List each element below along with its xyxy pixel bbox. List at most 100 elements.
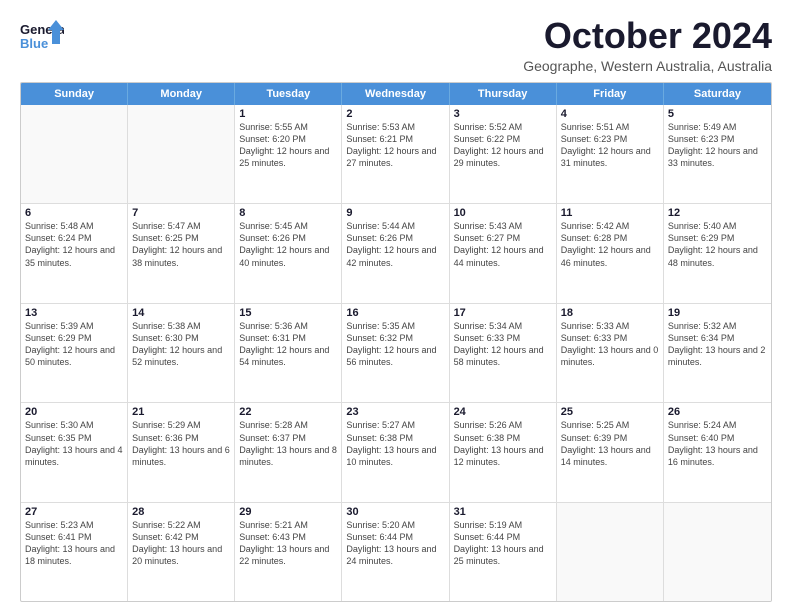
day-number: 5 [668,108,767,120]
day-header-wednesday: Wednesday [342,83,449,105]
day-info: Sunrise: 5:39 AM Sunset: 6:29 PM Dayligh… [25,320,123,369]
day-info: Sunrise: 5:22 AM Sunset: 6:42 PM Dayligh… [132,519,230,568]
day-cell-13: 13Sunrise: 5:39 AM Sunset: 6:29 PM Dayli… [21,304,128,403]
day-number: 24 [454,406,552,418]
day-cell-5: 5Sunrise: 5:49 AM Sunset: 6:23 PM Daylig… [664,105,771,204]
logo: General Blue [20,16,64,56]
day-cell-26: 26Sunrise: 5:24 AM Sunset: 6:40 PM Dayli… [664,403,771,502]
day-cell-7: 7Sunrise: 5:47 AM Sunset: 6:25 PM Daylig… [128,204,235,303]
day-cell-28: 28Sunrise: 5:22 AM Sunset: 6:42 PM Dayli… [128,503,235,602]
day-number: 17 [454,307,552,319]
day-number: 26 [668,406,767,418]
day-header-tuesday: Tuesday [235,83,342,105]
day-cell-12: 12Sunrise: 5:40 AM Sunset: 6:29 PM Dayli… [664,204,771,303]
day-cell-11: 11Sunrise: 5:42 AM Sunset: 6:28 PM Dayli… [557,204,664,303]
day-number: 12 [668,207,767,219]
day-number: 20 [25,406,123,418]
day-info: Sunrise: 5:42 AM Sunset: 6:28 PM Dayligh… [561,220,659,269]
empty-cell [128,105,235,204]
day-info: Sunrise: 5:24 AM Sunset: 6:40 PM Dayligh… [668,419,767,468]
day-info: Sunrise: 5:49 AM Sunset: 6:23 PM Dayligh… [668,121,767,170]
day-info: Sunrise: 5:32 AM Sunset: 6:34 PM Dayligh… [668,320,767,369]
day-cell-23: 23Sunrise: 5:27 AM Sunset: 6:38 PM Dayli… [342,403,449,502]
day-info: Sunrise: 5:20 AM Sunset: 6:44 PM Dayligh… [346,519,444,568]
day-cell-15: 15Sunrise: 5:36 AM Sunset: 6:31 PM Dayli… [235,304,342,403]
calendar: SundayMondayTuesdayWednesdayThursdayFrid… [20,82,772,602]
day-info: Sunrise: 5:29 AM Sunset: 6:36 PM Dayligh… [132,419,230,468]
calendar-header: SundayMondayTuesdayWednesdayThursdayFrid… [21,83,771,105]
day-cell-6: 6Sunrise: 5:48 AM Sunset: 6:24 PM Daylig… [21,204,128,303]
day-cell-1: 1Sunrise: 5:55 AM Sunset: 6:20 PM Daylig… [235,105,342,204]
day-number: 15 [239,307,337,319]
empty-cell [664,503,771,602]
day-number: 4 [561,108,659,120]
subtitle: Geographe, Western Australia, Australia [523,58,772,74]
day-info: Sunrise: 5:53 AM Sunset: 6:21 PM Dayligh… [346,121,444,170]
day-info: Sunrise: 5:47 AM Sunset: 6:25 PM Dayligh… [132,220,230,269]
day-number: 3 [454,108,552,120]
day-cell-20: 20Sunrise: 5:30 AM Sunset: 6:35 PM Dayli… [21,403,128,502]
day-cell-19: 19Sunrise: 5:32 AM Sunset: 6:34 PM Dayli… [664,304,771,403]
day-info: Sunrise: 5:27 AM Sunset: 6:38 PM Dayligh… [346,419,444,468]
week-row-5: 27Sunrise: 5:23 AM Sunset: 6:41 PM Dayli… [21,503,771,602]
day-cell-29: 29Sunrise: 5:21 AM Sunset: 6:43 PM Dayli… [235,503,342,602]
day-number: 29 [239,506,337,518]
day-info: Sunrise: 5:30 AM Sunset: 6:35 PM Dayligh… [25,419,123,468]
day-number: 22 [239,406,337,418]
day-number: 23 [346,406,444,418]
day-info: Sunrise: 5:33 AM Sunset: 6:33 PM Dayligh… [561,320,659,369]
day-number: 10 [454,207,552,219]
day-cell-8: 8Sunrise: 5:45 AM Sunset: 6:26 PM Daylig… [235,204,342,303]
day-cell-3: 3Sunrise: 5:52 AM Sunset: 6:22 PM Daylig… [450,105,557,204]
day-number: 13 [25,307,123,319]
day-cell-14: 14Sunrise: 5:38 AM Sunset: 6:30 PM Dayli… [128,304,235,403]
day-info: Sunrise: 5:38 AM Sunset: 6:30 PM Dayligh… [132,320,230,369]
day-cell-10: 10Sunrise: 5:43 AM Sunset: 6:27 PM Dayli… [450,204,557,303]
day-number: 31 [454,506,552,518]
day-number: 11 [561,207,659,219]
day-info: Sunrise: 5:23 AM Sunset: 6:41 PM Dayligh… [25,519,123,568]
day-number: 19 [668,307,767,319]
day-info: Sunrise: 5:52 AM Sunset: 6:22 PM Dayligh… [454,121,552,170]
day-cell-2: 2Sunrise: 5:53 AM Sunset: 6:21 PM Daylig… [342,105,449,204]
day-cell-31: 31Sunrise: 5:19 AM Sunset: 6:44 PM Dayli… [450,503,557,602]
day-cell-22: 22Sunrise: 5:28 AM Sunset: 6:37 PM Dayli… [235,403,342,502]
day-info: Sunrise: 5:40 AM Sunset: 6:29 PM Dayligh… [668,220,767,269]
day-info: Sunrise: 5:21 AM Sunset: 6:43 PM Dayligh… [239,519,337,568]
day-info: Sunrise: 5:36 AM Sunset: 6:31 PM Dayligh… [239,320,337,369]
day-cell-18: 18Sunrise: 5:33 AM Sunset: 6:33 PM Dayli… [557,304,664,403]
day-header-saturday: Saturday [664,83,771,105]
day-info: Sunrise: 5:43 AM Sunset: 6:27 PM Dayligh… [454,220,552,269]
day-number: 2 [346,108,444,120]
day-info: Sunrise: 5:25 AM Sunset: 6:39 PM Dayligh… [561,419,659,468]
week-row-1: 1Sunrise: 5:55 AM Sunset: 6:20 PM Daylig… [21,105,771,205]
logo-icon: General Blue [20,16,64,56]
day-number: 7 [132,207,230,219]
page: General Blue October 2024 Geographe, Wes… [0,0,792,612]
day-number: 21 [132,406,230,418]
empty-cell [21,105,128,204]
day-number: 6 [25,207,123,219]
day-number: 28 [132,506,230,518]
day-number: 18 [561,307,659,319]
day-info: Sunrise: 5:19 AM Sunset: 6:44 PM Dayligh… [454,519,552,568]
day-info: Sunrise: 5:34 AM Sunset: 6:33 PM Dayligh… [454,320,552,369]
title-section: October 2024 Geographe, Western Australi… [523,16,772,74]
day-cell-17: 17Sunrise: 5:34 AM Sunset: 6:33 PM Dayli… [450,304,557,403]
day-cell-16: 16Sunrise: 5:35 AM Sunset: 6:32 PM Dayli… [342,304,449,403]
week-row-2: 6Sunrise: 5:48 AM Sunset: 6:24 PM Daylig… [21,204,771,304]
day-number: 30 [346,506,444,518]
empty-cell [557,503,664,602]
week-row-3: 13Sunrise: 5:39 AM Sunset: 6:29 PM Dayli… [21,304,771,404]
day-info: Sunrise: 5:55 AM Sunset: 6:20 PM Dayligh… [239,121,337,170]
day-cell-27: 27Sunrise: 5:23 AM Sunset: 6:41 PM Dayli… [21,503,128,602]
day-header-friday: Friday [557,83,664,105]
day-header-sunday: Sunday [21,83,128,105]
week-row-4: 20Sunrise: 5:30 AM Sunset: 6:35 PM Dayli… [21,403,771,503]
day-cell-30: 30Sunrise: 5:20 AM Sunset: 6:44 PM Dayli… [342,503,449,602]
day-info: Sunrise: 5:28 AM Sunset: 6:37 PM Dayligh… [239,419,337,468]
day-header-thursday: Thursday [450,83,557,105]
day-info: Sunrise: 5:45 AM Sunset: 6:26 PM Dayligh… [239,220,337,269]
day-info: Sunrise: 5:26 AM Sunset: 6:38 PM Dayligh… [454,419,552,468]
header: General Blue October 2024 Geographe, Wes… [20,16,772,74]
